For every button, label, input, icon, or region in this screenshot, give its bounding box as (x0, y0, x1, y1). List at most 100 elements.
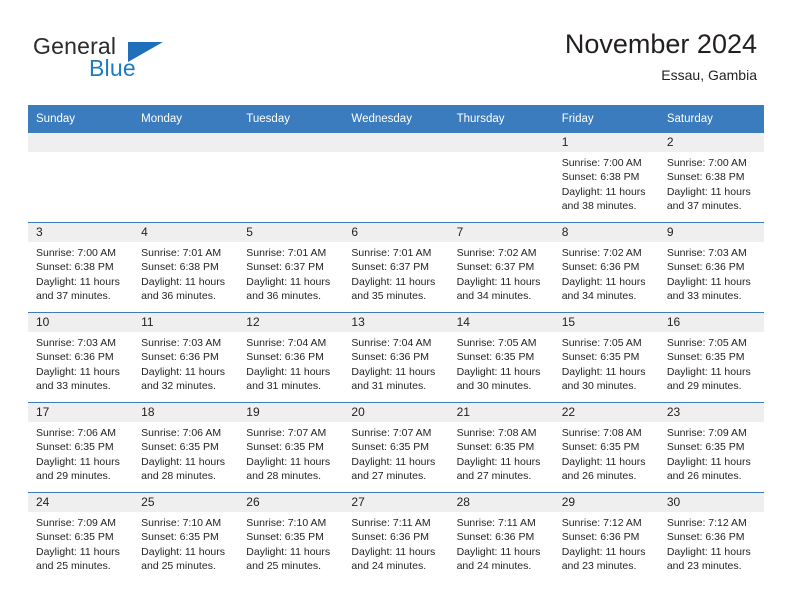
calendar-day-cell[interactable]: 22 Sunrise: 7:08 AM Sunset: 6:35 PM Dayligh… (553, 402, 659, 493)
day-number: 5 (238, 223, 344, 242)
day-details: Sunrise: 7:12 AM Sunset: 6:36 PM Daylight:… (659, 512, 764, 574)
day-number: 25 (133, 493, 239, 512)
day-details: Sunrise: 7:04 AM Sunset: 6:36 PM Daylight:… (238, 332, 343, 394)
sunrise-time: Sunrise: 7:11 AM (351, 517, 431, 529)
day-number: 20 (343, 403, 449, 422)
sunset-time: Sunset: 6:35 PM (36, 441, 114, 454)
calendar-day-cell[interactable]: 7 Sunrise: 7:02 AM Sunset: 6:37 PM Daylight… (448, 222, 554, 313)
calendar-day-cell[interactable]: 26 Sunrise: 7:10 AM Sunset: 6:35 PM Dayligh… (238, 492, 344, 582)
day-number: 18 (133, 403, 239, 422)
calendar-day-cell[interactable]: 6 Sunrise: 7:01 AM Sunset: 6:37 PM Daylight… (343, 222, 449, 313)
daylight-duration-line2: and 37 minutes. (666, 200, 742, 213)
day-number: 24 (28, 493, 134, 512)
calendar-day-cell[interactable]: 10 Sunrise: 7:03 AM Sunset: 6:36 PM Dayligh… (28, 312, 134, 403)
sunset-time: Sunset: 6:36 PM (351, 531, 430, 544)
day-number: 7 (448, 223, 554, 242)
calendar-day-cell[interactable]: 29 Sunrise: 7:12 AM Sunset: 6:36 PM Dayligh… (553, 492, 659, 582)
sunrise-time: Sunrise: 7:10 AM (141, 517, 222, 529)
calendar-day-cell[interactable]: 17 Sunrise: 7:06 AM Sunset: 6:35 PM Dayligh… (28, 402, 134, 493)
sunrise-time: Sunrise: 7:06 AM (36, 427, 116, 439)
sunrise-time: Sunrise: 7:03 AM (141, 337, 222, 349)
sunrise-time: Sunrise: 7:09 AM (36, 517, 116, 529)
sunset-time: Sunset: 6:38 PM (36, 261, 114, 274)
calendar-day-cell[interactable]: 4 Sunrise: 7:01 AM Sunset: 6:38 PM Daylight… (133, 222, 239, 313)
daylight-duration-line2: and 23 minutes. (666, 560, 742, 573)
calendar-day-cell[interactable]: 9 Sunrise: 7:03 AM Sunset: 6:36 PM Daylight… (658, 222, 764, 313)
daylight-duration-line1: Daylight: 11 hours (456, 275, 541, 288)
calendar-day-cell[interactable]: 1 Sunrise: 7:00 AM Sunset: 6:38 PM Daylight… (553, 133, 659, 223)
daylight-duration-line1: Daylight: 11 hours (561, 455, 646, 468)
daylight-duration-line2: and 25 minutes. (246, 560, 321, 573)
day-details: Sunrise: 7:08 AM Sunset: 6:35 PM Daylight:… (449, 422, 554, 484)
daylight-duration-line2: and 26 minutes. (561, 470, 637, 483)
calendar-day-cell[interactable]: 28 Sunrise: 7:11 AM Sunset: 6:36 PM Dayligh… (448, 492, 554, 582)
sunset-time: Sunset: 6:35 PM (351, 441, 430, 454)
daylight-duration-line1: Daylight: 11 hours (351, 455, 436, 468)
sunrise-time: Sunrise: 7:02 AM (456, 247, 537, 259)
brand-logo[interactable]: General Blue (33, 33, 263, 83)
sunrise-time: Sunrise: 7:12 AM (666, 517, 747, 529)
day-number: 19 (238, 403, 344, 422)
day-number: 9 (658, 223, 764, 242)
calendar-day-cell[interactable]: 25 Sunrise: 7:10 AM Sunset: 6:35 PM Dayligh… (133, 492, 239, 582)
calendar-day-cell[interactable]: 13 Sunrise: 7:04 AM Sunset: 6:36 PM Dayligh… (343, 312, 449, 403)
daylight-duration-line2: and 27 minutes. (456, 470, 532, 483)
calendar-day-cell[interactable]: 15 Sunrise: 7:05 AM Sunset: 6:35 PM Dayligh… (553, 312, 659, 403)
brand-name-blue: Blue (89, 55, 136, 81)
weekday-header-saturday: Saturday (658, 105, 764, 133)
day-details: Sunrise: 7:01 AM Sunset: 6:38 PM Daylight:… (133, 242, 238, 304)
day-number (133, 133, 239, 152)
calendar-day-cell-empty (133, 133, 239, 223)
calendar-day-cell[interactable]: 14 Sunrise: 7:05 AM Sunset: 6:35 PM Dayligh… (448, 312, 554, 403)
daylight-duration-line1: Daylight: 11 hours (141, 545, 225, 558)
sunset-time: Sunset: 6:35 PM (456, 441, 535, 454)
sunrise-time: Sunrise: 7:05 AM (666, 337, 747, 349)
calendar-day-cell[interactable]: 19 Sunrise: 7:07 AM Sunset: 6:35 PM Dayligh… (238, 402, 344, 493)
day-details: Sunrise: 7:06 AM Sunset: 6:35 PM Daylight:… (28, 422, 133, 484)
calendar-header-row: Sunday Monday Tuesday Wednesday Thursday… (28, 105, 764, 133)
calendar-day-cell[interactable]: 2 Sunrise: 7:00 AM Sunset: 6:38 PM Daylight… (658, 133, 764, 223)
day-number: 27 (343, 493, 449, 512)
calendar-day-cell[interactable]: 30 Sunrise: 7:12 AM Sunset: 6:36 PM Dayligh… (658, 492, 764, 582)
sunset-time: Sunset: 6:38 PM (141, 261, 219, 274)
sunrise-time: Sunrise: 7:04 AM (351, 337, 432, 349)
day-details: Sunrise: 7:11 AM Sunset: 6:36 PM Daylight:… (343, 512, 448, 574)
calendar-day-cell[interactable]: 16 Sunrise: 7:05 AM Sunset: 6:35 PM Dayligh… (658, 312, 764, 403)
day-number: 6 (343, 223, 449, 242)
calendar-day-cell[interactable]: 5 Sunrise: 7:01 AM Sunset: 6:37 PM Daylight… (238, 222, 344, 313)
day-number: 21 (448, 403, 554, 422)
daylight-duration-line2: and 30 minutes. (561, 380, 637, 393)
calendar-grid: Sunday Monday Tuesday Wednesday Thursday… (28, 105, 764, 582)
calendar-day-cell[interactable]: 21 Sunrise: 7:08 AM Sunset: 6:35 PM Dayligh… (448, 402, 554, 493)
daylight-duration-line1: Daylight: 11 hours (561, 185, 646, 198)
sunrise-time: Sunrise: 7:07 AM (351, 427, 432, 439)
calendar-day-cell[interactable]: 24 Sunrise: 7:09 AM Sunset: 6:35 PM Dayligh… (28, 492, 134, 582)
day-details: Sunrise: 7:05 AM Sunset: 6:35 PM Daylight:… (554, 332, 659, 394)
sunset-time: Sunset: 6:36 PM (561, 531, 640, 544)
sunrise-time: Sunrise: 7:08 AM (456, 427, 537, 439)
day-number (343, 133, 449, 152)
calendar-day-cell[interactable]: 23 Sunrise: 7:09 AM Sunset: 6:35 PM Dayligh… (658, 402, 764, 493)
sunrise-time: Sunrise: 7:00 AM (666, 157, 747, 169)
day-number: 2 (658, 133, 764, 152)
calendar-day-cell[interactable]: 18 Sunrise: 7:06 AM Sunset: 6:35 PM Dayligh… (133, 402, 239, 493)
sunset-time: Sunset: 6:35 PM (141, 531, 219, 544)
title-block: November 2024 Essau, Gambia (565, 28, 757, 84)
calendar-day-cell[interactable]: 8 Sunrise: 7:02 AM Sunset: 6:36 PM Daylight… (553, 222, 659, 313)
sunset-time: Sunset: 6:35 PM (666, 351, 745, 364)
daylight-duration-line2: and 36 minutes. (141, 290, 216, 303)
calendar-day-cell[interactable]: 20 Sunrise: 7:07 AM Sunset: 6:35 PM Dayligh… (343, 402, 449, 493)
sunset-time: Sunset: 6:37 PM (351, 261, 430, 274)
sunrise-time: Sunrise: 7:03 AM (666, 247, 747, 259)
day-number (448, 133, 554, 152)
daylight-duration-line2: and 25 minutes. (36, 560, 111, 573)
daylight-duration-line1: Daylight: 11 hours (246, 365, 331, 378)
daylight-duration-line1: Daylight: 11 hours (561, 365, 646, 378)
sunset-time: Sunset: 6:36 PM (351, 351, 430, 364)
daylight-duration-line1: Daylight: 11 hours (246, 455, 331, 468)
calendar-day-cell[interactable]: 3 Sunrise: 7:00 AM Sunset: 6:38 PM Daylight… (28, 222, 134, 313)
calendar-day-cell[interactable]: 12 Sunrise: 7:04 AM Sunset: 6:36 PM Dayligh… (238, 312, 344, 403)
calendar-day-cell[interactable]: 27 Sunrise: 7:11 AM Sunset: 6:36 PM Dayligh… (343, 492, 449, 582)
calendar-day-cell[interactable]: 11 Sunrise: 7:03 AM Sunset: 6:36 PM Dayligh… (133, 312, 239, 403)
daylight-duration-line1: Daylight: 11 hours (666, 545, 751, 558)
